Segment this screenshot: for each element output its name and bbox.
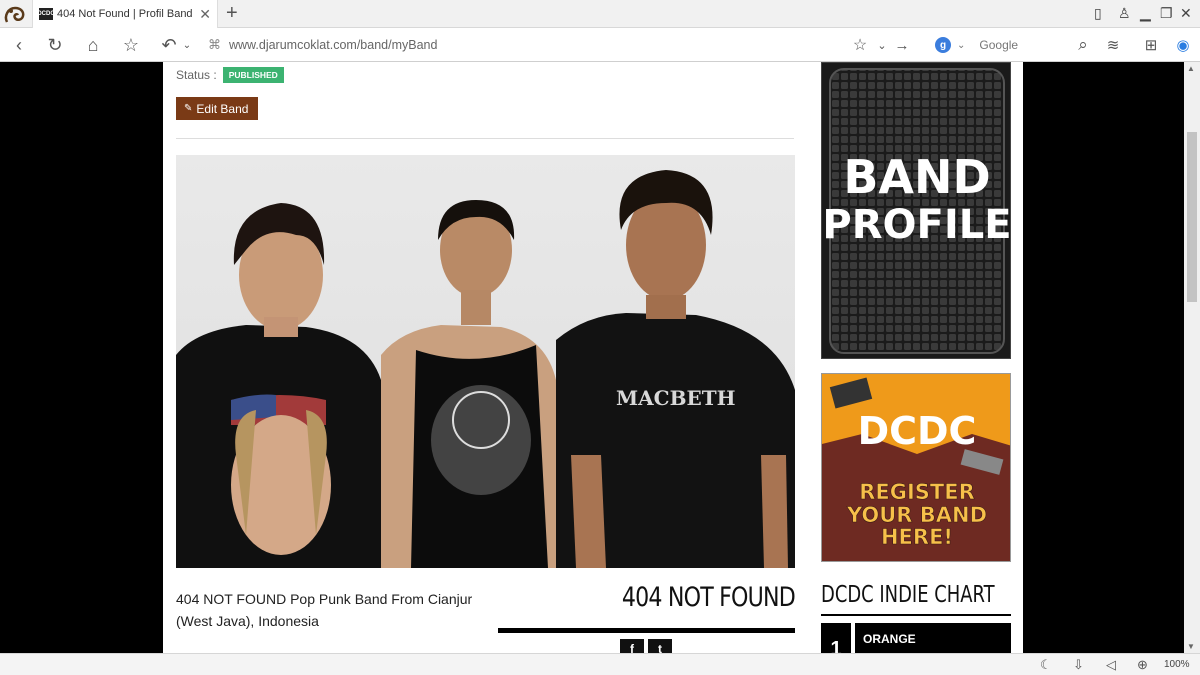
skin-icon[interactable]: ♙ [1118, 5, 1131, 22]
navigation-bar: ‹ ↻ ⌂ ☆ ↶ ⌄ ⌘ www.djarumcoklat.com/band/… [0, 28, 1200, 62]
twitter-share-icon[interactable]: t [648, 639, 672, 653]
favorite-star-icon[interactable]: ☆ [849, 34, 871, 56]
chart-item[interactable]: 1 ORANGE [821, 623, 1011, 653]
url-text[interactable]: www.djarumcoklat.com/band/myBand [229, 38, 437, 52]
search-placeholder[interactable]: Google [979, 38, 1018, 52]
back-icon[interactable]: ‹ [8, 34, 30, 56]
chart-song-title[interactable]: ORANGE [855, 623, 1011, 653]
search-box[interactable]: g ⌄ Google [935, 33, 1095, 57]
scroll-up-icon[interactable]: ▲ [1187, 64, 1195, 73]
restore-icon[interactable]: ❐ [1160, 5, 1173, 22]
sidebar-toggle-icon[interactable]: ▯ [1094, 5, 1102, 22]
account-icon[interactable]: ◉ [1172, 34, 1194, 56]
tab-title: 404 Not Found | Profil Band In [57, 8, 193, 20]
your-band-text: YOUR BAND [846, 503, 987, 527]
banner-text-profile: PROFILE [822, 202, 1011, 248]
night-mode-icon[interactable]: ☾ [1040, 657, 1052, 673]
volume-icon[interactable]: ◁ [1106, 657, 1116, 673]
banner-text-band: BAND [843, 150, 990, 204]
undo-dropdown-icon[interactable]: ⌄ [176, 34, 198, 56]
band-profile-graphic: BAND PROFILE [822, 68, 1011, 354]
chart-rank: 1 [821, 623, 851, 653]
band-photo: MACBETH [176, 155, 795, 568]
engine-dropdown-icon[interactable]: ⌄ [957, 40, 965, 51]
tab-bar: DCDC 404 Not Found | Profil Band In ✕ + … [0, 0, 1200, 28]
close-window-icon[interactable]: ✕ [1180, 5, 1192, 22]
vertical-scrollbar[interactable]: ▲ ▼ [1184, 62, 1200, 653]
bookmark-star-icon[interactable]: ☆ [120, 34, 142, 56]
edit-band-button[interactable]: ✎ Edit Band [176, 97, 258, 120]
divider [176, 138, 794, 139]
search-engine-icon[interactable]: g [935, 37, 951, 53]
register-text: REGISTER [859, 480, 975, 504]
status-badge: PUBLISHED [222, 67, 284, 83]
status-row: Status : PUBLISHED [176, 67, 284, 83]
extensions-icon[interactable]: ⊞ [1140, 34, 1162, 56]
close-tab-icon[interactable]: ✕ [199, 6, 211, 23]
band-photo-image: MACBETH [176, 170, 795, 568]
tab-active[interactable]: DCDC 404 Not Found | Profil Band In ✕ [32, 0, 218, 28]
dcdc-logo-text: DCDC [858, 409, 977, 453]
register-band-graphic: DCDC REGISTER YOUR BAND HERE! [822, 374, 1010, 561]
here-text: HERE! [881, 525, 953, 549]
band-description: 404 NOT FOUND Pop Punk Band From Cianjur… [176, 591, 473, 629]
scroll-down-icon[interactable]: ▼ [1187, 642, 1195, 651]
reload-icon[interactable]: ↻ [44, 34, 66, 56]
wifi-icon[interactable]: ≋ [1102, 34, 1124, 56]
edit-band-label: Edit Band [196, 101, 249, 116]
download-icon[interactable]: ⇩ [1073, 657, 1084, 673]
address-bar[interactable]: ⌘ www.djarumcoklat.com/band/myBand [208, 33, 908, 57]
facebook-share-icon[interactable]: f [620, 639, 644, 653]
status-label: Status : [176, 68, 217, 82]
band-profile-banner[interactable]: BAND PROFILE [821, 62, 1011, 359]
shirt-print-text: MACBETH [616, 386, 736, 410]
page-content: Status : PUBLISHED ✎ Edit Band MACBETH 4… [163, 62, 1023, 653]
zoom-in-icon[interactable]: ⊕ [1137, 657, 1148, 673]
indie-chart-title: DCDC INDIE CHART [821, 582, 995, 608]
minimize-icon[interactable]: ▁ [1140, 5, 1151, 22]
home-icon[interactable]: ⌂ [82, 34, 104, 56]
band-name-heading: 404 NOT FOUND [621, 582, 796, 613]
page-info-icon[interactable]: ⌘ [208, 37, 221, 53]
register-band-banner[interactable]: DCDC REGISTER YOUR BAND HERE! [821, 373, 1011, 562]
search-icon[interactable]: ⌕ [1072, 34, 1094, 56]
go-arrow-icon[interactable]: → [891, 34, 913, 56]
status-bar: ☾ ⇩ ◁ ⊕ 100% [0, 653, 1200, 675]
browser-logo-icon[interactable] [2, 2, 28, 26]
heading-rule [498, 628, 795, 633]
edit-icon: ✎ [184, 103, 193, 114]
favorite-dropdown-icon[interactable]: ⌄ [871, 34, 893, 56]
zoom-level[interactable]: 100% [1164, 659, 1190, 670]
chart-rule [821, 614, 1011, 616]
scroll-thumb[interactable] [1187, 132, 1197, 302]
site-favicon-icon: DCDC [37, 8, 55, 20]
new-tab-icon[interactable]: + [226, 2, 238, 25]
